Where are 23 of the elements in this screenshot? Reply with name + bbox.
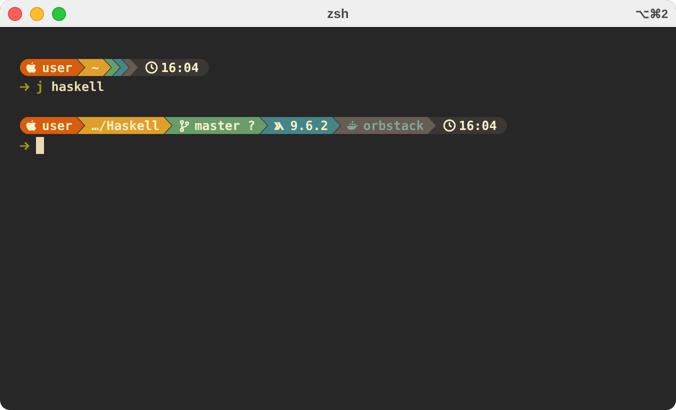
lambda-icon [274,120,286,132]
minimize-button[interactable] [30,6,44,20]
arrow-icon [20,140,30,150]
clock-icon [144,61,158,74]
prompt-segment: master ? [164,117,268,134]
prompt-segment: orbstack [333,117,436,134]
prompt-time: 16:04 [160,60,199,75]
prompt-segment: …/Haskell [77,117,172,134]
prompt-time: 16:04 [458,118,497,133]
arrow-icon [20,82,30,92]
prompt-segment: user [20,59,84,76]
apple-icon [26,120,37,132]
apple-icon [26,62,37,74]
command-text: j haskell [36,79,104,94]
branch-icon [178,120,190,132]
prompt-segment: 9.6.2 [260,117,340,134]
window-title: zsh [326,6,350,21]
clock-icon [442,119,456,132]
window-shortcut: ⌥⌘2 [634,6,668,20]
prompt-segment: user [20,117,84,134]
whale-icon [347,120,358,132]
close-button[interactable] [8,6,22,20]
zoom-button[interactable] [52,6,66,20]
